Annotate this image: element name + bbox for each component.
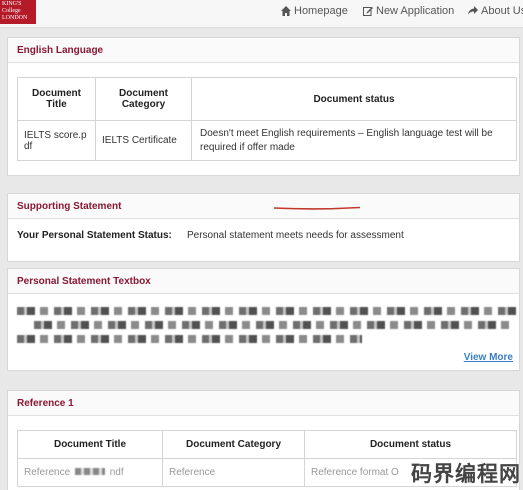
status-value: Personal statement meets needs for asses… — [187, 230, 404, 241]
table-header-row: Document Title Document Category Documen… — [17, 77, 517, 121]
document-category-cell: IELTS Certificate — [95, 120, 192, 161]
table-header-row: Document Title Document Category Documen… — [17, 430, 517, 459]
column-header: Document Title — [17, 430, 163, 459]
column-header: Document Category — [95, 77, 192, 121]
column-header: Document status — [191, 77, 517, 121]
nav-about-us-label: About Us — [481, 5, 523, 17]
logo-line-1: KING'S — [2, 1, 22, 7]
logo-line-3: LONDON — [2, 15, 28, 21]
home-icon — [281, 6, 291, 16]
column-header: Document Title — [17, 77, 96, 121]
document-status-cell: Doesn't meet English requirements – Engl… — [191, 120, 517, 161]
top-navigation-bar: KING'S College LONDON Homepage New Appli… — [0, 0, 523, 28]
personal-statement-heading: Personal Statement Textbox — [8, 269, 519, 294]
redacted-filename — [74, 468, 105, 475]
share-icon — [468, 6, 478, 15]
redacted-text-line — [17, 307, 517, 315]
nav-new-application-link[interactable]: New Application — [363, 5, 454, 17]
personal-statement-panel: Personal Statement Textbox View More — [7, 268, 520, 371]
redacted-text-line — [34, 321, 512, 329]
redacted-text-line — [17, 335, 362, 343]
personal-statement-status-row: Your Personal Statement Status: Personal… — [17, 230, 404, 241]
edit-icon — [363, 7, 373, 16]
reference-category-cell: Reference — [162, 458, 305, 487]
column-header: Document Category — [162, 430, 305, 459]
table-row: IELTS score.pdf IELTS Certificate Doesn'… — [17, 120, 517, 161]
column-header: Document status — [304, 430, 517, 459]
nav-homepage-label: Homepage — [294, 5, 348, 17]
reference-title-cell[interactable]: Reference ndf — [17, 458, 163, 487]
english-language-heading: English Language — [8, 38, 519, 63]
red-underline-annotation — [273, 206, 361, 210]
logo-line-2: College — [2, 8, 21, 14]
document-title-cell[interactable]: IELTS score.pdf — [17, 120, 96, 161]
reference-title-text: Reference — [24, 467, 71, 478]
reference-title-suffix: ndf — [109, 467, 124, 478]
nav-about-us-link[interactable]: About Us — [468, 5, 523, 17]
kings-college-logo[interactable]: KING'S College LONDON — [0, 0, 36, 24]
nav-new-application-label: New Application — [376, 5, 455, 17]
supporting-statement-heading: Supporting Statement — [8, 194, 519, 219]
english-language-panel: English Language Document Title Document… — [7, 37, 520, 176]
status-label: Your Personal Statement Status: — [17, 230, 172, 241]
supporting-statement-panel: Supporting Statement Your Personal State… — [7, 193, 520, 262]
english-documents-table: Document Title Document Category Documen… — [17, 77, 517, 161]
nav-homepage-link[interactable]: Homepage — [281, 5, 348, 17]
reference-heading: Reference 1 — [8, 391, 519, 416]
view-more-link[interactable]: View More — [464, 352, 513, 363]
site-watermark: 码界编程网 — [411, 462, 521, 486]
